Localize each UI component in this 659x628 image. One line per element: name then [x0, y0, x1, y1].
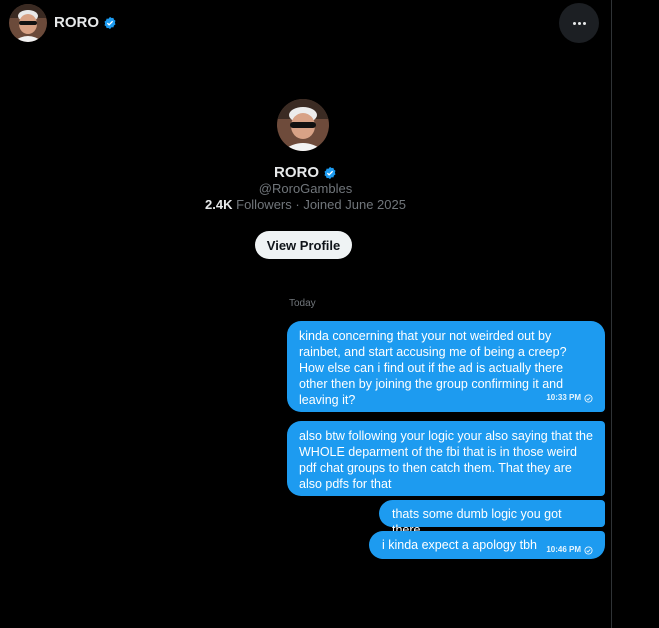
joined-date: · Joined June 2025	[295, 197, 406, 212]
message-bubble[interactable]: thats some dumb logic you got there	[379, 500, 605, 537]
message-time: 10:46 PM	[546, 545, 581, 554]
more-options-button[interactable]	[559, 3, 599, 43]
verified-badge-icon	[104, 16, 116, 29]
dm-conversation-pane: RORO RORO @RoroGambles 2.4K Followers · …	[0, 0, 611, 628]
message-time: 10:33 PM	[546, 393, 581, 402]
date-separator: Today	[289, 298, 316, 309]
header-name-text: RORO	[54, 14, 99, 31]
header-avatar[interactable]	[9, 4, 47, 42]
conversation-header: RORO	[0, 0, 611, 46]
read-check-icon	[584, 393, 593, 403]
verified-badge-icon	[324, 166, 336, 179]
message-bubble[interactable]: also btw following your logic your also …	[287, 421, 605, 496]
followers-count: 2.4K	[205, 197, 233, 212]
read-check-icon	[584, 545, 593, 555]
message-bubble[interactable]: i kinda expect a apology tbh 10:46 PM	[369, 531, 605, 559]
profile-avatar[interactable]	[277, 99, 329, 151]
message-text: also btw following your logic your also …	[299, 429, 593, 491]
profile-handle: @RoroGambles	[258, 181, 353, 196]
message-meta: 10:46 PM	[546, 542, 593, 558]
profile-name-text: RORO	[274, 164, 319, 181]
message-bubble[interactable]: kinda concerning that your not weirded o…	[287, 321, 605, 412]
header-name[interactable]: RORO	[54, 14, 117, 31]
profile-stats: 2.4K Followers · Joined June 2025	[0, 197, 611, 212]
profile-name: RORO	[0, 164, 611, 181]
view-profile-button[interactable]: View Profile	[255, 231, 352, 259]
message-meta: 10:33 PM	[546, 390, 593, 406]
right-column	[612, 0, 659, 628]
followers-label: Followers	[236, 197, 292, 212]
more-horizontal-icon	[572, 21, 586, 25]
